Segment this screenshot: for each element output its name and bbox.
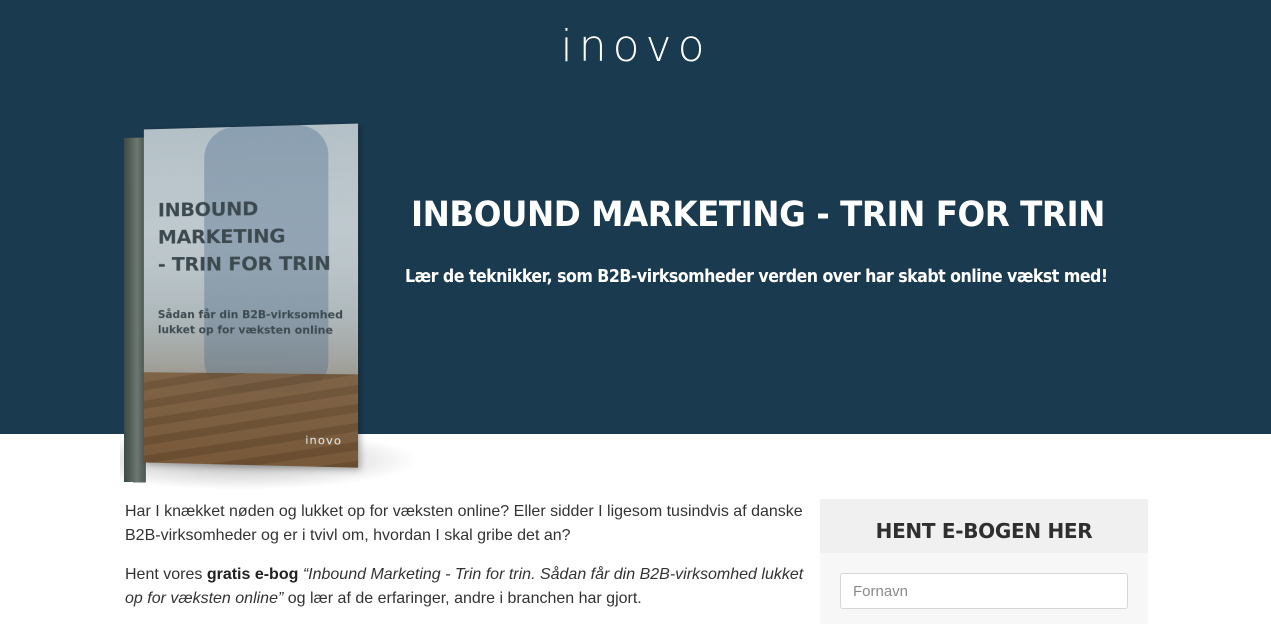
form-heading: HENT E-BOGEN HER: [875, 519, 1093, 543]
book-description: Sådan får din B2B-virksomhed lukket op f…: [158, 308, 343, 339]
book-cover: INBOUND MARKETING - TRIN FOR TRIN Sådan …: [143, 123, 359, 468]
download-form: HENT E-BOGEN HER: [820, 499, 1148, 624]
offer-paragraph: Hent vores gratis e-bog “Inbound Marketi…: [125, 563, 805, 611]
intro-paragraph: Har I knækket nøden og lukket op for væk…: [125, 503, 803, 544]
book-photo-floor: [143, 372, 359, 468]
hero-subtitle: Lær de teknikker, som B2B-virksomheder v…: [405, 266, 1108, 287]
form-body: [820, 553, 1148, 624]
first-name-input[interactable]: [840, 573, 1128, 609]
offer-prefix: Hent vores: [125, 566, 207, 583]
book-title-line: INBOUND: [157, 197, 259, 222]
ebook-cover-image: INBOUND MARKETING - TRIN FOR TRIN Sådan …: [124, 123, 360, 489]
book-logo: inovo: [305, 433, 343, 448]
offer-bold: gratis e-bog: [206, 566, 299, 583]
book-desc-line: Sådan får din B2B-virksomhed: [157, 309, 344, 322]
book-title-line: - TRIN FOR TRIN: [157, 252, 331, 276]
hero-title: INBOUND MARKETING - TRIN FOR TRIN: [411, 195, 1105, 235]
book-title-line: MARKETING: [157, 225, 286, 249]
logo-text: INOVO: [560, 21, 711, 72]
book-spine: [124, 137, 146, 483]
offer-suffix: og lær af de erfaringer, andre i branche…: [283, 590, 642, 607]
inovo-logo[interactable]: INOVO: [0, 22, 1271, 72]
book-desc-line: lukket op for væksten online: [157, 324, 334, 337]
book-title: INBOUND MARKETING - TRIN FOR TRIN: [158, 194, 354, 279]
